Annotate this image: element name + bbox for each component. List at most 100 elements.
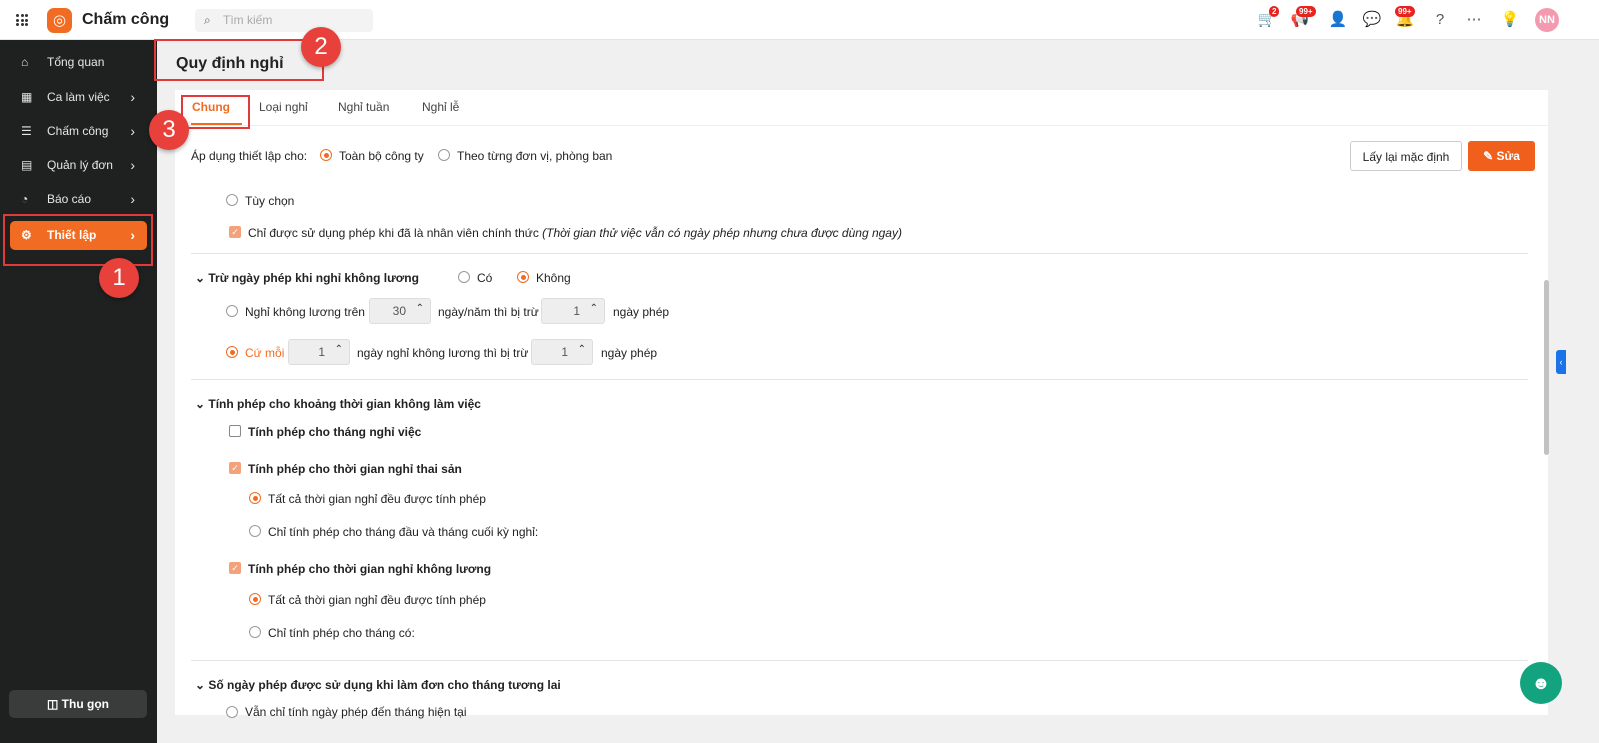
divider bbox=[191, 379, 1528, 380]
chevron-right-icon: › bbox=[130, 191, 135, 207]
text: Tính phép cho thời gian nghỉ không lương bbox=[248, 562, 492, 576]
fingerprint-logo-icon: ◎ bbox=[47, 8, 72, 33]
every-days-stepper[interactable]: 1 bbox=[288, 338, 350, 365]
annotation-box-3 bbox=[181, 95, 250, 129]
settings-card: Chung Loại nghỉ Nghỉ tuần Nghỉ lễ Áp dụn… bbox=[175, 90, 1548, 719]
tabs: Chung Loại nghỉ Nghỉ tuần Nghỉ lễ bbox=[175, 90, 1548, 126]
by-department-label: Theo từng đơn vị, phòng ban bbox=[457, 149, 613, 163]
pencil-icon: ✎ bbox=[1483, 149, 1497, 163]
app-grid-icon[interactable] bbox=[16, 14, 28, 26]
edit-button[interactable]: ✎ Sửa bbox=[1468, 141, 1535, 171]
section-nonwork-title[interactable]: ⌄ Tính phép cho khoảng thời gian không l… bbox=[195, 397, 481, 411]
megaphone-icon[interactable]: 📢 99+ bbox=[1290, 6, 1316, 30]
label: Chấm công bbox=[47, 124, 109, 138]
radio-by-department[interactable] bbox=[438, 149, 450, 161]
sidebar-item-reports[interactable]: ◔ Báo cáo › bbox=[10, 185, 147, 214]
list-check-icon: ☰ bbox=[21, 124, 32, 138]
text: ngày nghỉ không lương thì bị trừ bbox=[357, 346, 529, 360]
text: ngày/năm thì bị trừ bbox=[438, 305, 539, 319]
sidebar-item-shifts[interactable]: ▦ Ca làm việc › bbox=[10, 83, 147, 112]
text: Chỉ tính phép cho tháng đầu và tháng cuố… bbox=[268, 525, 539, 539]
pie-chart-icon: ◔ bbox=[21, 192, 29, 206]
side-panel-toggle[interactable]: ‹ bbox=[1556, 350, 1566, 374]
no-label: Không bbox=[536, 271, 571, 285]
apply-label: Áp dụng thiết lập cho: bbox=[191, 149, 308, 163]
home-icon: ⌂ bbox=[21, 55, 29, 69]
reset-default-button[interactable]: Lấy lại mặc định bbox=[1350, 141, 1462, 171]
label: Báo cáo bbox=[47, 192, 92, 206]
radio-whole-company[interactable] bbox=[320, 149, 332, 161]
note: (Thời gian thử việc vẫn có ngày phép như… bbox=[542, 226, 902, 240]
text: Tất cả thời gian nghỉ đều được tính phép bbox=[268, 593, 486, 607]
tab-weekly-off[interactable]: Nghỉ tuần bbox=[338, 100, 389, 114]
label: Tổng quan bbox=[47, 55, 105, 69]
text: ngày phép bbox=[613, 305, 670, 319]
bell-badge: 99+ bbox=[1395, 6, 1415, 17]
annotation-marker-3: 3 bbox=[149, 110, 189, 150]
chevron-right-icon: › bbox=[130, 123, 135, 139]
document-icon: ▤ bbox=[21, 158, 33, 172]
divider bbox=[191, 253, 1528, 254]
checkbox-official-only[interactable]: ✓ bbox=[229, 226, 241, 238]
radio-maternity-all[interactable] bbox=[249, 492, 261, 504]
chat-icon[interactable]: 💬 bbox=[1362, 10, 1382, 30]
label: Sửa bbox=[1496, 149, 1520, 163]
checkbox-unpaid[interactable]: ✓ bbox=[229, 562, 241, 574]
sidebar-item-overview[interactable]: ⌂ Tổng quan bbox=[10, 48, 147, 77]
radio-unpaid-month[interactable] bbox=[249, 626, 261, 638]
custom-label: Tùy chọn bbox=[245, 194, 295, 208]
annotation-box-1 bbox=[3, 214, 153, 266]
text: Tất cả thời gian nghỉ đều được tính phép bbox=[268, 492, 486, 506]
radio-unpaid-over[interactable] bbox=[226, 305, 238, 317]
whole-company-label: Toàn bộ công ty bbox=[339, 149, 424, 163]
radio-unpaid-all[interactable] bbox=[249, 593, 261, 605]
more-icon[interactable]: ⋯ bbox=[1464, 10, 1484, 30]
scrollbar[interactable] bbox=[1544, 280, 1549, 455]
search-input[interactable]: ⌕ Tìm kiếm bbox=[195, 9, 373, 32]
sidebar-item-requests[interactable]: ▤ Quản lý đơn › bbox=[10, 151, 147, 180]
text: Chỉ tính phép cho tháng có: bbox=[268, 626, 415, 640]
text: Trừ ngày phép khi nghỉ không lương bbox=[208, 271, 419, 285]
avatar[interactable]: NN bbox=[1535, 8, 1559, 32]
add-user-icon[interactable]: 👤 bbox=[1328, 10, 1348, 30]
text: Tính phép cho thời gian nghỉ thai sản bbox=[248, 462, 462, 476]
text: Vẫn chỉ tính ngày phép đến tháng hiện tạ… bbox=[245, 705, 467, 719]
radio-every[interactable] bbox=[226, 346, 238, 358]
section-future-title[interactable]: ⌄ Số ngày phép được sử dụng khi làm đơn … bbox=[195, 678, 561, 692]
checkbox-resign-month[interactable] bbox=[229, 425, 241, 437]
radio-current-month-only[interactable] bbox=[226, 706, 238, 718]
text: Tính phép cho tháng nghỉ việc bbox=[248, 425, 422, 439]
sidebar-item-timekeeping[interactable]: ☰ Chấm công › bbox=[10, 117, 147, 146]
radio-maternity-first-last[interactable] bbox=[249, 525, 261, 537]
days-per-year-stepper[interactable]: 30 bbox=[369, 297, 431, 324]
megaphone-badge: 99+ bbox=[1296, 6, 1316, 17]
official-only-label: Chỉ được sử dụng phép khi đã là nhân viê… bbox=[248, 226, 902, 240]
text: Cứ mỗi bbox=[245, 346, 285, 360]
calendar-icon: ▦ bbox=[21, 90, 33, 104]
help-icon[interactable]: ? bbox=[1430, 10, 1450, 30]
text: ngày phép bbox=[601, 346, 658, 360]
annotation-box-2 bbox=[154, 39, 324, 81]
radio-deduct-yes[interactable] bbox=[458, 271, 470, 283]
radio-deduct-no[interactable] bbox=[517, 271, 529, 283]
bell-icon[interactable]: 🔔 99+ bbox=[1395, 6, 1415, 30]
label: Ca làm việc bbox=[47, 90, 110, 104]
chatbot-icon[interactable]: ☻ bbox=[1520, 662, 1562, 704]
checkbox-maternity[interactable]: ✓ bbox=[229, 462, 241, 474]
search-placeholder: Tìm kiếm bbox=[223, 13, 273, 27]
collapse-sidebar-button[interactable]: ◫ Thu gọn bbox=[9, 690, 147, 718]
yes-label: Có bbox=[477, 271, 493, 285]
collapse-icon: ◫ bbox=[47, 697, 62, 711]
label: Thu gọn bbox=[61, 697, 109, 711]
text: Nghỉ không lương trên bbox=[245, 305, 365, 319]
sidebar: ⌂ Tổng quan ▦ Ca làm việc › ☰ Chấm công › ▤ Qu… bbox=[0, 40, 157, 743]
text: Tính phép cho khoảng thời gian không làm… bbox=[208, 397, 481, 411]
section-deduct-title[interactable]: ⌄ Trừ ngày phép khi nghỉ không lương bbox=[195, 271, 419, 285]
idea-icon[interactable]: 💡 bbox=[1500, 10, 1520, 30]
cart-icon[interactable]: 🛒 2 bbox=[1257, 6, 1280, 30]
deduct-days-stepper[interactable]: 1 bbox=[541, 297, 605, 324]
tab-leave-types[interactable]: Loại nghỉ bbox=[259, 100, 308, 114]
radio-custom[interactable] bbox=[226, 194, 238, 206]
tab-holidays[interactable]: Nghỉ lễ bbox=[422, 100, 459, 114]
deduct-days-stepper-2[interactable]: 1 bbox=[531, 338, 593, 365]
